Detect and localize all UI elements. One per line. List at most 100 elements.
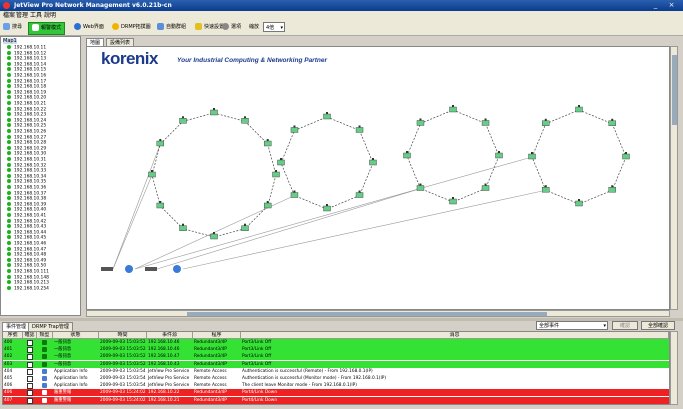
- switch-node[interactable]: [210, 232, 218, 240]
- tab-drmp-trap[interactable]: DRMP Trap管理: [28, 322, 73, 331]
- event-filter-select[interactable]: 全部事件 ▾: [536, 321, 608, 330]
- switch-node[interactable]: [495, 151, 503, 159]
- col-header[interactable]: 確認: [23, 332, 37, 339]
- acknowledge-checkbox[interactable]: [27, 361, 33, 368]
- acknowledge-checkbox[interactable]: [27, 368, 33, 375]
- alarm-icon: [32, 24, 39, 31]
- acknowledge-checkbox[interactable]: [27, 390, 33, 397]
- switch-node[interactable]: [277, 158, 285, 166]
- canvas-vertical-scrollbar[interactable]: [670, 46, 678, 310]
- switch-node[interactable]: [481, 118, 490, 126]
- table-scrollbar[interactable]: [670, 331, 678, 405]
- switch-node[interactable]: [355, 190, 364, 198]
- switch-node[interactable]: [156, 139, 165, 147]
- switch-node[interactable]: [369, 158, 377, 166]
- menu-help[interactable]: 說明: [44, 11, 56, 20]
- search-button[interactable]: 搜尋: [3, 22, 22, 33]
- ack-cell: [23, 382, 37, 390]
- acknowledge-checkbox[interactable]: [27, 397, 33, 404]
- switch-node[interactable]: [575, 199, 583, 207]
- acknowledge-checkbox[interactable]: [27, 340, 33, 346]
- tree-item-device[interactable]: 192.168.10.254: [7, 285, 49, 292]
- switch-node[interactable]: [575, 105, 583, 113]
- switch-node[interactable]: [622, 152, 630, 160]
- hub-node[interactable]: [125, 265, 133, 273]
- minimize-button[interactable]: _: [651, 1, 660, 9]
- quick-setup-button[interactable]: 快速設置: [195, 22, 224, 33]
- alarm-mode-button[interactable]: 報警模式: [28, 22, 66, 35]
- switch-node[interactable]: [241, 223, 249, 231]
- table-row[interactable]: 403 一般訊息 2009-09-03 15:03:52 192.168.10.43 R…: [3, 360, 669, 368]
- confirm-button[interactable]: 確認: [612, 321, 638, 330]
- confirm-all-button[interactable]: 全部確認: [641, 321, 675, 330]
- hub-node[interactable]: [145, 267, 157, 271]
- switch-node[interactable]: [323, 112, 331, 120]
- acknowledge-checkbox[interactable]: [27, 376, 33, 382]
- ack-cell: [23, 375, 37, 382]
- options-button[interactable]: 選項: [222, 22, 241, 33]
- switch-node[interactable]: [272, 170, 280, 178]
- hub-node[interactable]: [173, 265, 181, 273]
- switch-node[interactable]: [528, 152, 536, 160]
- menu-file[interactable]: 檔案: [3, 11, 15, 20]
- switch-node[interactable]: [608, 185, 616, 193]
- table-row[interactable]: 406 嚴重警報 2009-09-03 15:24:02 192.168.10.22 R…: [3, 389, 669, 397]
- switch-node[interactable]: [542, 118, 550, 126]
- switch-node[interactable]: [179, 116, 187, 124]
- switch-node[interactable]: [449, 197, 457, 205]
- col-header[interactable]: 時間: [99, 332, 147, 339]
- switch-node[interactable]: [355, 125, 364, 133]
- acknowledge-checkbox[interactable]: [27, 354, 33, 361]
- auto-group-button[interactable]: 自動群組: [157, 22, 186, 33]
- zoom-select[interactable]: 4倍 ▾: [263, 22, 285, 32]
- switch-node[interactable]: [449, 105, 457, 113]
- switch-node[interactable]: [290, 190, 299, 198]
- tree-root[interactable]: Map1: [3, 38, 17, 44]
- scroll-thumb[interactable]: [187, 312, 547, 316]
- web-ui-button[interactable]: Web界面: [74, 22, 104, 33]
- switch-node[interactable]: [179, 223, 187, 231]
- switch-node[interactable]: [263, 201, 272, 209]
- table-row[interactable]: 402 一般訊息 2009-09-03 15:03:52 192.168.10.47 R…: [3, 353, 669, 361]
- col-header[interactable]: 消息: [241, 332, 669, 339]
- switch-node[interactable]: [608, 118, 616, 126]
- switch-node[interactable]: [416, 183, 425, 191]
- table-row[interactable]: 406 Application Info 2009-09-03 15:03:54 Je…: [3, 382, 669, 390]
- switch-node[interactable]: [148, 170, 156, 178]
- switch-node[interactable]: [416, 118, 425, 126]
- scroll-thumb[interactable]: [672, 55, 677, 125]
- tab-event-management[interactable]: 事件管理: [2, 322, 31, 331]
- col-header[interactable]: 程序: [193, 332, 241, 339]
- switch-node[interactable]: [481, 183, 490, 191]
- switch-node[interactable]: [323, 204, 331, 212]
- switch-node[interactable]: [210, 108, 218, 116]
- acknowledge-checkbox[interactable]: [27, 383, 33, 390]
- col-header[interactable]: 狀態: [53, 332, 99, 339]
- switch-node[interactable]: [542, 185, 550, 193]
- table-row[interactable]: 404 Application Info 2009-09-03 15:03:54 Je…: [3, 367, 669, 375]
- col-header[interactable]: 事件源: [147, 332, 193, 339]
- col-header[interactable]: 序號: [3, 332, 23, 339]
- col-header[interactable]: 類型: [37, 332, 53, 339]
- switch-node[interactable]: [263, 139, 272, 147]
- hub-node[interactable]: [101, 267, 113, 271]
- menu-tools[interactable]: 工具: [30, 11, 42, 20]
- switch-node[interactable]: [241, 116, 249, 124]
- topology-canvas[interactable]: korenix Your Industrial Computing & Netw…: [86, 46, 670, 310]
- close-button[interactable]: ×: [667, 1, 676, 9]
- table-row[interactable]: 401 一般訊息 2009-09-03 15:03:52 192.168.10.46 R…: [3, 346, 669, 354]
- acknowledge-checkbox[interactable]: [27, 347, 33, 354]
- canvas-horizontal-scrollbar[interactable]: [86, 310, 670, 317]
- cell-id: 404: [4, 368, 13, 374]
- table-row[interactable]: 407 嚴重警報 2009-09-03 15:24:02 192.168.10.21 R…: [3, 396, 669, 404]
- switch-node[interactable]: [156, 201, 165, 209]
- table-row[interactable]: 400 一般訊息 2009-09-03 15:03:52 192.168.10.46 R…: [3, 339, 669, 346]
- ring-link: [244, 121, 268, 145]
- menu-manage[interactable]: 管理: [16, 11, 28, 20]
- uplink-line: [112, 143, 161, 270]
- drmp-topology-button[interactable]: DRMP拓撲圖: [112, 22, 151, 33]
- switch-node[interactable]: [290, 125, 299, 133]
- switch-icon: [528, 153, 536, 160]
- table-row[interactable]: 405 Application Info 2009-09-03 15:03:54 Je…: [3, 375, 669, 382]
- switch-node[interactable]: [403, 151, 411, 159]
